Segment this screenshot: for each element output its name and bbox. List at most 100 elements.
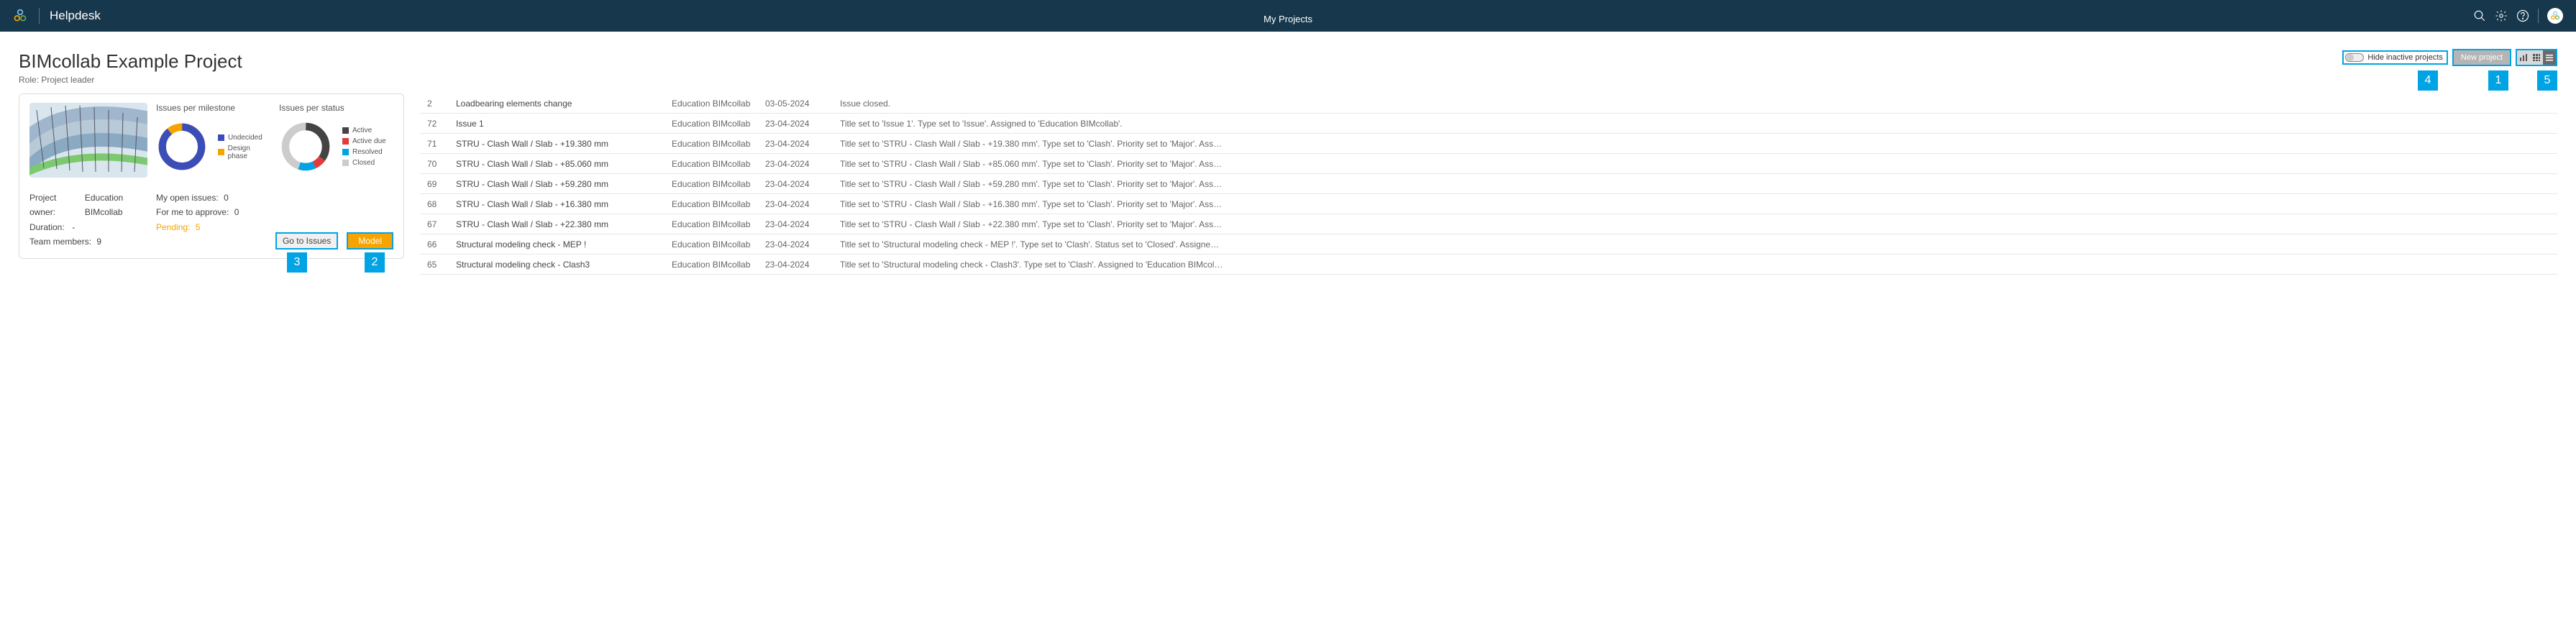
issue-id: 69 [427,179,456,189]
view-chart-button[interactable] [2517,50,2530,65]
toggle-switch-icon [2345,53,2364,62]
issue-title: STRU - Clash Wall / Slab - +22.380 mm [456,219,672,229]
table-row[interactable]: 2Loadbearing elements changeEducation BI… [420,93,2557,114]
legend-swatch [342,149,349,155]
pending-value: 5 [196,220,201,234]
hide-inactive-toggle[interactable]: Hide inactive projects [2342,50,2448,65]
issue-date: 23-04-2024 [765,239,840,250]
legend-item: Closed [342,159,386,167]
legend-milestone: Undecided Design phase [218,134,270,160]
divider [39,8,40,24]
issue-title: Structural modeling check - Clash3 [456,260,672,270]
issues-table: 2Loadbearing elements changeEducation BI… [420,93,2557,275]
issue-id: 70 [427,159,456,169]
project-title: BIMcollab Example Project [19,50,2557,73]
members-label: Team members: [29,234,91,249]
owner-label: Project owner: [29,191,80,220]
legend-swatch [342,160,349,166]
chart-status-title: Issues per status [279,103,393,113]
issue-project: Education BIMcollab [672,179,765,189]
model-button[interactable]: Model [347,232,393,250]
duration-value: - [72,220,75,234]
table-row[interactable]: 67STRU - Clash Wall / Slab - +22.380 mmE… [420,214,2557,234]
tab-my-projects[interactable]: My Projects [1256,14,1320,32]
issue-id: 68 [427,199,456,209]
legend-label: Resolved [352,148,383,156]
issue-desc: Title set to 'STRU - Clash Wall / Slab -… [840,159,2554,169]
view-switcher [2516,49,2557,66]
bar-chart-icon [2519,53,2528,62]
table-row[interactable]: 69STRU - Clash Wall / Slab - +59.280 mmE… [420,174,2557,194]
table-row[interactable]: 65Structural modeling check - Clash3Educ… [420,255,2557,275]
issue-desc: Title set to 'Issue 1'. Type set to 'Iss… [840,119,2554,129]
issue-id: 72 [427,119,456,129]
go-to-issues-button[interactable]: Go to Issues [275,232,338,250]
legend-status: Active Active due Resolved Closed [342,127,386,167]
brand-logo-icon [13,9,27,23]
info-col-left: Project owner: Education BIMcollab Durat… [29,191,156,250]
pending-label: Pending: [156,220,190,234]
table-row[interactable]: 66Structural modeling check - MEP !Educa… [420,234,2557,255]
issue-project: Education BIMcollab [672,159,765,169]
issue-id: 67 [427,219,456,229]
legend-label: Design phase [228,145,270,160]
issue-project: Education BIMcollab [672,119,765,129]
new-project-button[interactable]: New project [2452,49,2511,66]
search-icon[interactable] [2473,9,2486,22]
callout-2: 2 [365,252,385,273]
owner-value: Education BIMcollab [85,191,156,220]
issue-desc: Title set to 'Structural modeling check … [840,239,2554,250]
issue-title: STRU - Clash Wall / Slab - +59.280 mm [456,179,672,189]
issue-id: 66 [427,239,456,250]
issue-project: Education BIMcollab [672,260,765,270]
legend-label: Undecided [228,134,262,142]
issue-title: STRU - Clash Wall / Slab - +85.060 mm [456,159,672,169]
help-icon[interactable] [2516,9,2529,22]
hide-inactive-label: Hide inactive projects [2367,53,2443,62]
legend-label: Active due [352,137,386,145]
table-row[interactable]: 72Issue 1Education BIMcollab23-04-2024Ti… [420,114,2557,134]
table-row[interactable]: 68STRU - Clash Wall / Slab - +16.380 mmE… [420,194,2557,214]
page-body: Hide inactive projects New project 4 1 5… [0,32,2576,282]
issue-desc: Title set to 'Structural modeling check … [840,260,2554,270]
issue-id: 71 [427,139,456,149]
issue-desc: Issue closed. [840,99,2554,109]
legend-item: Active [342,127,386,134]
callout-5: 5 [2537,70,2557,91]
issue-title: STRU - Clash Wall / Slab - +16.380 mm [456,199,672,209]
view-list-button[interactable] [2543,50,2556,65]
issue-date: 23-04-2024 [765,260,840,270]
issue-desc: Title set to 'STRU - Clash Wall / Slab -… [840,199,2554,209]
legend-swatch [342,138,349,145]
issue-project: Education BIMcollab [672,199,765,209]
legend-item: Undecided [218,134,270,142]
table-row[interactable]: 70STRU - Clash Wall / Slab - +85.060 mmE… [420,154,2557,174]
view-grid-button[interactable] [2530,50,2543,65]
gear-icon[interactable] [2495,9,2508,22]
project-thumbnail [29,103,147,178]
duration-label: Duration: [29,220,65,234]
approve-label: For me to approve: [156,205,229,219]
legend-swatch [218,149,224,155]
brand-name: Helpdesk [50,9,101,23]
callout-1: 1 [2488,70,2508,91]
issue-title: Issue 1 [456,119,672,129]
legend-swatch [218,134,224,141]
issue-desc: Title set to 'STRU - Clash Wall / Slab -… [840,139,2554,149]
donut-status-icon [279,120,332,173]
members-value: 9 [96,234,101,249]
table-row[interactable]: 71STRU - Clash Wall / Slab - +19.380 mmE… [420,134,2557,154]
avatar-button[interactable] [2547,8,2563,24]
issue-desc: Title set to 'STRU - Clash Wall / Slab -… [840,179,2554,189]
legend-item: Resolved [342,148,386,156]
issue-date: 23-04-2024 [765,219,840,229]
header-actions [2473,8,2563,24]
content-row: Issues per milestone UndecidedDesign pha… [19,93,2557,275]
callout-4: 4 [2418,70,2438,91]
issue-id: 65 [427,260,456,270]
issue-project: Education BIMcollab [672,219,765,229]
list-icon [2545,53,2554,62]
issue-title: Structural modeling check - MEP ! [456,239,672,250]
card-actions: Go to Issues Model 3 2 [275,191,393,250]
issue-project: Education BIMcollab [672,99,765,109]
